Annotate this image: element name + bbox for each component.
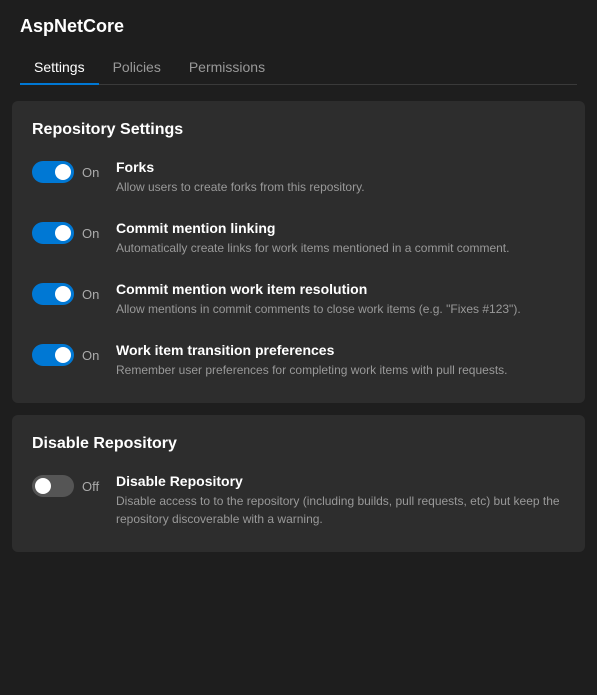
toggle-state-label-commit-mention-linking: On [82,226,99,241]
toggle-group-commit-mention-linking: On [32,220,104,244]
setting-info-commit-mention-linking: Commit mention linking Automatically crea… [116,220,565,257]
setting-row-disable-repository: Off Disable Repository Disable access to t… [32,473,565,528]
setting-desc-commit-mention-linking: Automatically create links for work item… [116,239,565,257]
toggle-disable-repository[interactable] [32,475,74,497]
tab-settings[interactable]: Settings [20,51,99,85]
toggle-state-label-forks: On [82,165,99,180]
setting-name-work-item-transition: Work item transition preferences [116,342,565,358]
setting-desc-disable-repository: Disable access to to the repository (inc… [116,492,565,528]
setting-row-commit-mention-resolution: On Commit mention work item resolution All… [32,281,565,318]
toggle-commit-mention-resolution[interactable] [32,283,74,305]
toggle-group-work-item-transition: On [32,342,104,366]
toggle-group-disable-repository: Off [32,473,104,497]
setting-info-disable-repository: Disable Repository Disable access to to t… [116,473,565,528]
tab-policies[interactable]: Policies [99,51,175,85]
tab-bar: Settings Policies Permissions [20,51,577,85]
setting-name-disable-repository: Disable Repository [116,473,565,489]
setting-info-forks: Forks Allow users to create forks from th… [116,159,565,196]
toggle-commit-mention-linking[interactable] [32,222,74,244]
toggle-forks[interactable] [32,161,74,183]
toggle-group-forks: On [32,159,104,183]
setting-name-commit-mention-linking: Commit mention linking [116,220,565,236]
setting-name-forks: Forks [116,159,565,175]
section-card-1: Disable RepositoryOffDisable RepositoryD… [12,415,585,552]
setting-desc-forks: Allow users to create forks from this re… [116,178,565,196]
setting-info-work-item-transition: Work item transition preferences Remember… [116,342,565,379]
tab-permissions[interactable]: Permissions [175,51,279,85]
section-title-0: Repository Settings [32,121,565,139]
section-title-1: Disable Repository [32,435,565,453]
setting-desc-work-item-transition: Remember user preferences for completing… [116,361,565,379]
setting-desc-commit-mention-resolution: Allow mentions in commit comments to clo… [116,300,565,318]
toggle-state-label-commit-mention-resolution: On [82,287,99,302]
toggle-state-label-disable-repository: Off [82,479,99,494]
app-header: AspNetCore Settings Policies Permissions [0,0,597,85]
setting-row-forks: On Forks Allow users to create forks from … [32,159,565,196]
setting-row-commit-mention-linking: On Commit mention linking Automatically cr… [32,220,565,257]
setting-info-commit-mention-resolution: Commit mention work item resolution Allow… [116,281,565,318]
section-card-0: Repository Settings On Forks Allow users to… [12,101,585,403]
toggle-work-item-transition[interactable] [32,344,74,366]
setting-row-work-item-transition: On Work item transition preferences Rememb… [32,342,565,379]
setting-name-commit-mention-resolution: Commit mention work item resolution [116,281,565,297]
toggle-group-commit-mention-resolution: On [32,281,104,305]
main-content: Repository Settings On Forks Allow users to… [0,85,597,568]
app-title: AspNetCore [20,16,577,37]
toggle-state-label-work-item-transition: On [82,348,99,363]
